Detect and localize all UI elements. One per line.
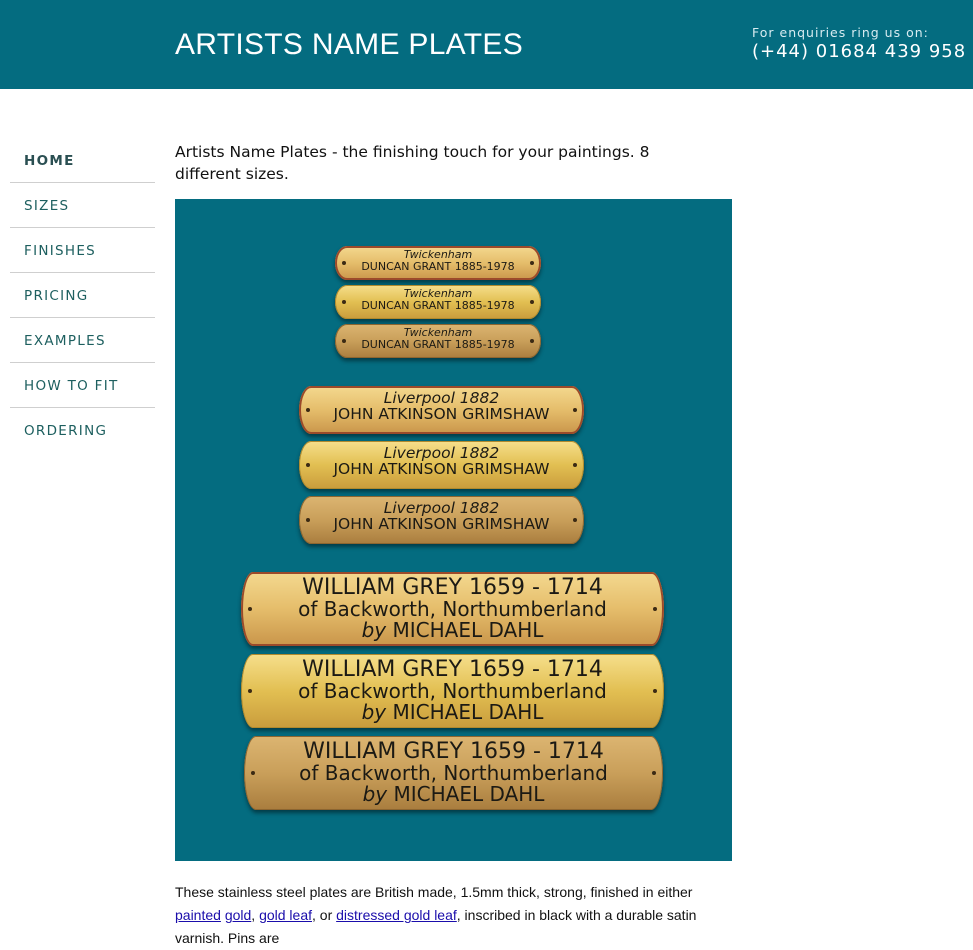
- nav-item-pricing[interactable]: PRICING: [10, 273, 155, 318]
- link-distressed-gold-leaf[interactable]: distressed gold leaf: [336, 907, 457, 923]
- pin-hole: [342, 300, 346, 304]
- plate-line-2: JOHN ATKINSON GRIMSHAW: [333, 515, 550, 534]
- intro-heading: Artists Name Plates - the finishing touc…: [175, 143, 650, 183]
- plate-artist-name: MICHAEL DAHL: [392, 700, 544, 725]
- plate-artist-name: MICHAEL DAHL: [393, 782, 545, 807]
- link-gold-leaf[interactable]: gold leaf: [259, 907, 312, 923]
- plate-line-3: by MICHAEL DAHL: [244, 784, 663, 805]
- plate-line-3: by MICHAEL DAHL: [241, 620, 664, 641]
- nav-item-finishes[interactable]: FINISHES: [10, 228, 155, 273]
- name-plate-large-painted: WILLIAM GREY 1659 - 1714 of Backworth, N…: [241, 572, 664, 646]
- plate-line-2: DUNCAN GRANT 1885-1978: [361, 259, 515, 273]
- plate-line-2: DUNCAN GRANT 1885-1978: [361, 337, 515, 351]
- plate-line-1: WILLIAM GREY 1659 - 1714: [302, 657, 603, 682]
- name-plate-large-gold-leaf: WILLIAM GREY 1659 - 1714 of Backworth, N…: [241, 654, 664, 728]
- pin-hole: [530, 300, 534, 304]
- sidebar-nav: HOME SIZES FINISHES PRICING EXAMPLES HOW…: [10, 138, 155, 453]
- pin-hole: [306, 463, 310, 467]
- pin-hole: [573, 518, 577, 522]
- plate-by-text: by: [362, 782, 388, 807]
- plate-line-1: Liverpool 1882: [383, 444, 500, 462]
- pin-hole: [248, 689, 252, 693]
- pin-hole: [653, 689, 657, 693]
- hero-image: Twickenham DUNCAN GRANT 1885-1978 Twicke…: [175, 199, 732, 861]
- plate-line-2: JOHN ATKINSON GRIMSHAW: [333, 405, 550, 424]
- nav-item-sizes[interactable]: SIZES: [10, 183, 155, 228]
- name-plate-small-gold-leaf: Twickenham DUNCAN GRANT 1885-1978: [335, 285, 541, 319]
- pin-hole: [653, 607, 657, 611]
- plate-line-1: Liverpool 1882: [383, 499, 500, 517]
- plate-line-1: Twickenham: [403, 248, 473, 261]
- link-painted[interactable]: painted: [175, 907, 221, 923]
- enquiry-label: For enquiries ring us on:: [752, 25, 929, 40]
- plate-line-1: Twickenham: [403, 326, 473, 339]
- nav-item-examples[interactable]: EXAMPLES: [10, 318, 155, 363]
- pin-hole: [530, 261, 534, 265]
- pin-hole: [248, 607, 252, 611]
- body-separator: ,: [251, 907, 260, 923]
- pin-hole: [530, 339, 534, 343]
- plate-line-2: of Backworth, Northumberland: [298, 597, 607, 622]
- pin-hole: [251, 771, 255, 775]
- pin-hole: [342, 339, 346, 343]
- pin-hole: [306, 408, 310, 412]
- plate-line-1: Liverpool 1882: [383, 389, 500, 407]
- name-plate-small-distressed: Twickenham DUNCAN GRANT 1885-1978: [335, 324, 541, 358]
- phone-number: (+44) 01684 439 958: [752, 41, 967, 62]
- pin-hole: [306, 518, 310, 522]
- plate-artist-name: MICHAEL DAHL: [392, 618, 544, 643]
- plate-line-1: WILLIAM GREY 1659 - 1714: [302, 575, 603, 600]
- pin-hole: [573, 408, 577, 412]
- pin-hole: [652, 771, 656, 775]
- name-plate-medium-gold-leaf: Liverpool 1882 JOHN ATKINSON GRIMSHAW: [299, 441, 584, 489]
- plate-line-2: JOHN ATKINSON GRIMSHAW: [333, 460, 550, 479]
- plate-line-2: DUNCAN GRANT 1885-1978: [361, 298, 515, 312]
- nav-item-how-to-fit[interactable]: HOW TO FIT: [10, 363, 155, 408]
- site-title[interactable]: ARTISTS NAME PLATES: [175, 28, 523, 62]
- plate-by-text: by: [361, 618, 387, 643]
- site-header: ARTISTS NAME PLATES For enquiries ring u…: [0, 0, 973, 89]
- plate-line-2: of Backworth, Northumberland: [298, 679, 607, 704]
- link-gold[interactable]: gold: [225, 907, 251, 923]
- pin-hole: [342, 261, 346, 265]
- plate-line-2: of Backworth, Northumberland: [299, 761, 608, 786]
- plate-by-text: by: [361, 700, 387, 725]
- description-paragraph: These stainless steel plates are British…: [175, 881, 735, 950]
- plate-line-1: WILLIAM GREY 1659 - 1714: [303, 739, 604, 764]
- plate-line-1: Twickenham: [403, 287, 473, 300]
- name-plate-small-painted: Twickenham DUNCAN GRANT 1885-1978: [335, 246, 541, 280]
- body-text-2: , or: [312, 907, 337, 923]
- nav-item-home[interactable]: HOME: [10, 138, 155, 183]
- name-plate-large-distressed: WILLIAM GREY 1659 - 1714 of Backworth, N…: [244, 736, 663, 810]
- name-plate-medium-distressed: Liverpool 1882 JOHN ATKINSON GRIMSHAW: [299, 496, 584, 544]
- body-text-1: These stainless steel plates are British…: [175, 884, 693, 900]
- plate-line-3: by MICHAEL DAHL: [241, 702, 664, 723]
- nav-item-ordering[interactable]: ORDERING: [10, 408, 155, 453]
- name-plate-medium-painted: Liverpool 1882 JOHN ATKINSON GRIMSHAW: [299, 386, 584, 434]
- pin-hole: [573, 463, 577, 467]
